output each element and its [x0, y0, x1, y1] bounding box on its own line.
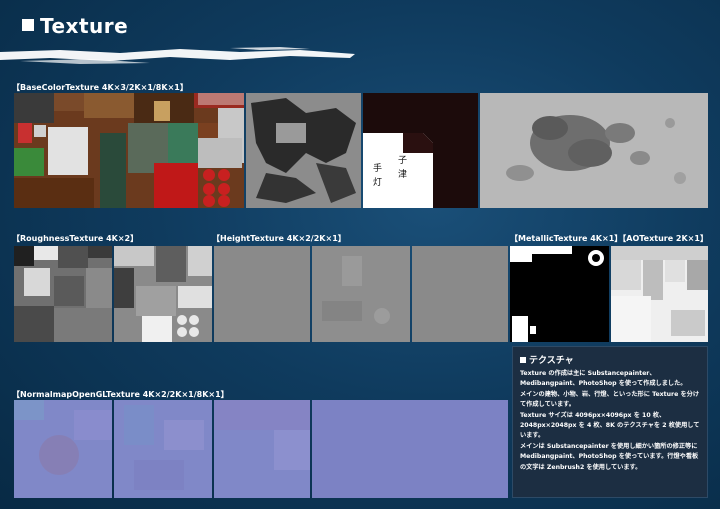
normal-label: 【NormalmapOpenGLTexture 4K×2/2K×1/8K×1】 — [12, 390, 229, 399]
square-bullet-icon — [520, 357, 526, 363]
basecolor-texture-props — [246, 93, 361, 208]
info-paragraph: Texture サイズは 4096px×4096px を 10 枚、2048px… — [520, 411, 700, 440]
normal-texture-4 — [312, 400, 508, 498]
info-paragraph: Texture の作成は主に Substancepainter、Medibang… — [520, 370, 687, 388]
metallic-texture — [510, 246, 609, 342]
roughness-texture-2 — [114, 246, 212, 342]
metallic-ao-label: 【MetallicTexture 4K×1】【AOTexture 2K×1】 — [510, 234, 708, 243]
page-title-text: Texture — [40, 14, 129, 38]
page-title: Texture — [22, 14, 128, 38]
info-heading-text: テクスチャ — [529, 356, 574, 366]
svg-text:灯: 灯 — [373, 177, 382, 188]
brush-stroke-decoration — [0, 47, 355, 64]
normal-texture-2 — [114, 400, 212, 498]
info-paragraph: メインの建物、小物、岩、行燈、といった形に Texture を分けて作成していま… — [520, 390, 700, 409]
svg-text:手: 手 — [373, 162, 382, 174]
square-bullet-icon — [22, 19, 34, 31]
svg-text:子: 子 — [398, 155, 407, 166]
ao-texture — [611, 246, 708, 342]
basecolor-texture-signs: 手 灯 子 津 — [363, 93, 478, 208]
basecolor-label: 【BaseColorTexture 4K×3/2K×1/8K×1】 — [12, 83, 188, 92]
texture-info-panel: テクスチャ Texture の作成は主に Substancepainter、Me… — [512, 346, 708, 498]
roughness-label: 【RoughnessTexture 4K×2】 — [12, 234, 139, 243]
info-paragraph: メインは Substancepainter を使用し細かい箇所の修正等に Med… — [520, 442, 699, 471]
height-texture-2 — [312, 246, 410, 342]
height-texture-1 — [214, 246, 310, 342]
basecolor-texture-buildings — [14, 93, 244, 208]
height-texture-3 — [412, 246, 508, 342]
height-label: 【HeightTexture 4K×2/2K×1】 — [212, 234, 346, 243]
normal-texture-3 — [214, 400, 310, 498]
normal-texture-1 — [14, 400, 112, 498]
svg-text:津: 津 — [398, 169, 407, 180]
basecolor-texture-moon — [480, 93, 708, 208]
info-heading: テクスチャ — [520, 353, 700, 366]
roughness-texture-1 — [14, 246, 112, 342]
